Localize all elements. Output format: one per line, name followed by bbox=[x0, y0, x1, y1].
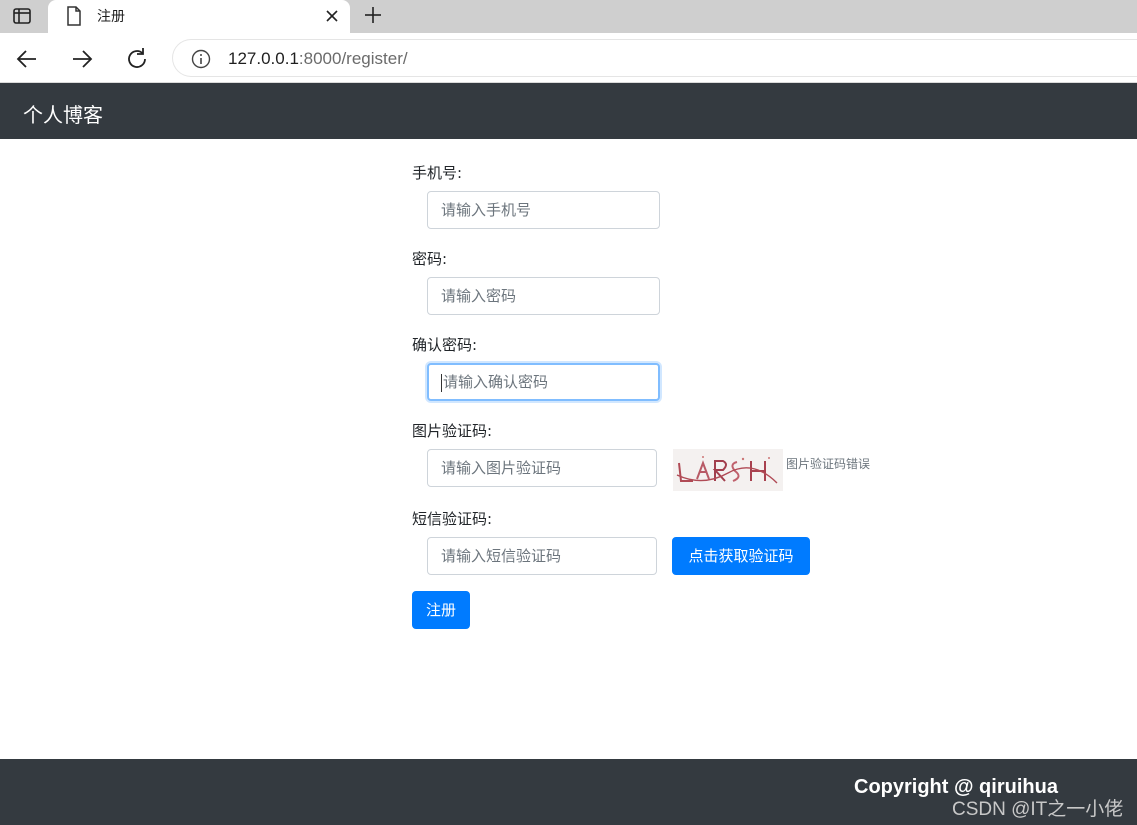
captcha-error-text: 图片验证码错误 bbox=[786, 457, 871, 471]
address-bar: 127.0.0.1:8000/register/ bbox=[0, 33, 1137, 83]
confirm-password-placeholder: 请输入确认密码 bbox=[443, 373, 549, 391]
plus-icon[interactable] bbox=[362, 4, 384, 26]
image-code-label: 图片验证码: bbox=[412, 422, 493, 440]
browser-tab[interactable]: 注册 bbox=[48, 0, 350, 33]
sms-code-label: 短信验证码: bbox=[412, 510, 493, 528]
password-label: 密码: bbox=[412, 250, 448, 268]
sms-code-input[interactable]: 请输入短信验证码 bbox=[427, 537, 657, 575]
url-path: :8000/register/ bbox=[298, 49, 408, 68]
reload-icon[interactable] bbox=[124, 46, 150, 72]
confirm-password-input[interactable]: 请输入确认密码 bbox=[427, 363, 660, 401]
watermark-text: CSDN @IT之一小佬 bbox=[952, 799, 1124, 820]
text-caret bbox=[441, 373, 442, 392]
confirm-password-label: 确认密码: bbox=[412, 336, 478, 354]
get-sms-code-button[interactable]: 点击获取验证码 bbox=[672, 537, 810, 575]
url-host: 127.0.0.1 bbox=[228, 49, 299, 68]
image-code-input[interactable]: 请输入图片验证码 bbox=[427, 449, 657, 487]
url-field[interactable]: 127.0.0.1:8000/register/ bbox=[172, 39, 1137, 77]
browser-tab-bar: 注册 bbox=[0, 0, 1137, 33]
tab-title: 注册 bbox=[97, 9, 125, 25]
sidebar-toggle-icon[interactable] bbox=[12, 6, 32, 26]
site-brand[interactable]: 个人博客 bbox=[23, 99, 103, 128]
phone-input[interactable]: 请输入手机号 bbox=[427, 191, 660, 229]
url-text: 127.0.0.1:8000/register/ bbox=[228, 49, 408, 69]
document-icon bbox=[67, 6, 81, 26]
captcha-image[interactable] bbox=[673, 449, 783, 491]
site-navbar: 个人博客 bbox=[0, 83, 1137, 139]
back-arrow-icon[interactable] bbox=[14, 46, 40, 72]
phone-label: 手机号: bbox=[412, 164, 463, 182]
close-icon[interactable] bbox=[322, 6, 342, 26]
forward-arrow-icon[interactable] bbox=[69, 46, 95, 72]
site-footer: Copyright @ qiruihua CSDN @IT之一小佬 bbox=[0, 759, 1137, 825]
info-icon[interactable] bbox=[191, 49, 211, 69]
register-button[interactable]: 注册 bbox=[412, 591, 470, 629]
password-input[interactable]: 请输入密码 bbox=[427, 277, 660, 315]
